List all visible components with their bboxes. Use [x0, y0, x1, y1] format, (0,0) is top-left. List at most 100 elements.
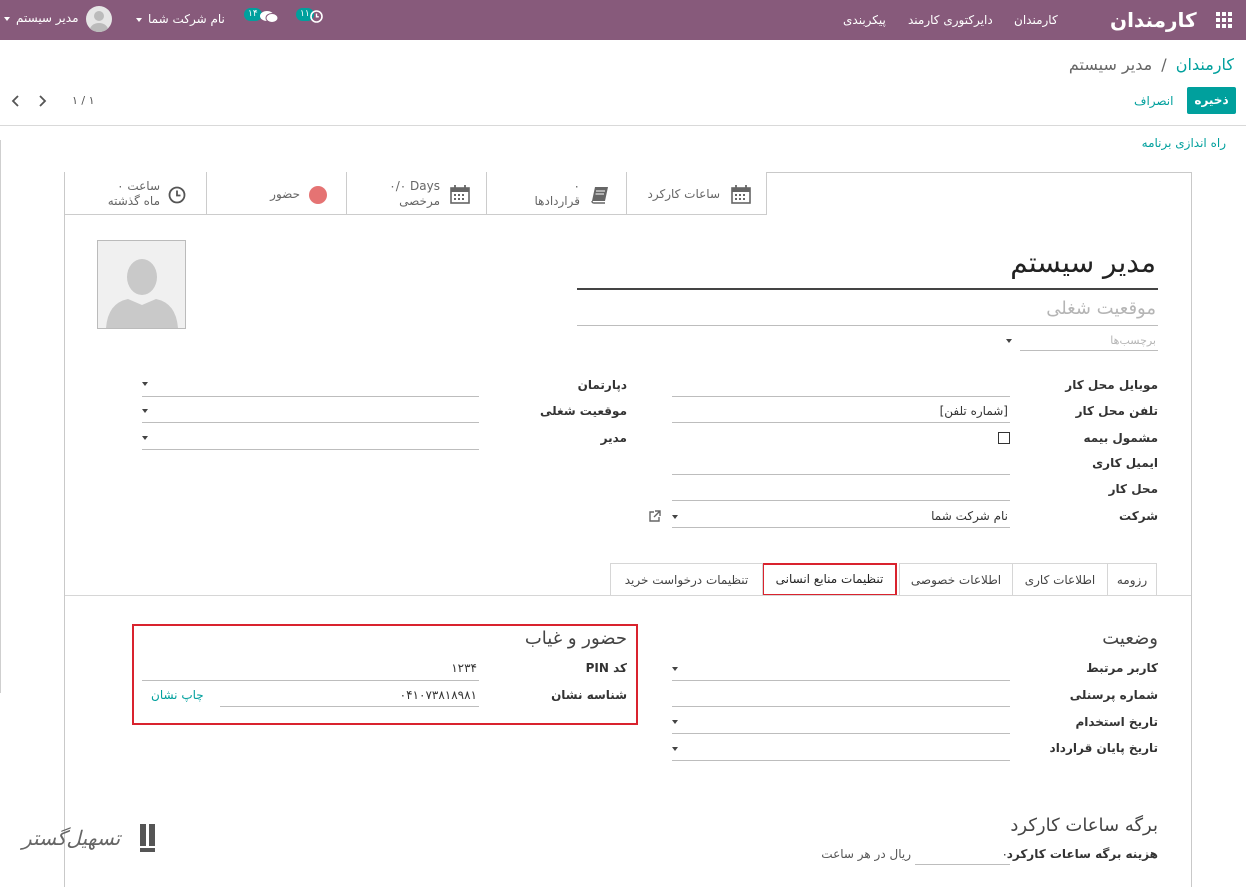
contract-end-date-dropdown-icon[interactable] — [672, 747, 678, 751]
print-badge-link[interactable]: چاپ نشان — [151, 688, 204, 702]
presence-label: حضور — [270, 187, 300, 201]
discard-button[interactable]: انصراف — [1134, 94, 1173, 108]
contracts-button[interactable]: ۰ قراردادها — [486, 172, 627, 215]
tags-input[interactable]: برچسب‌ها — [1110, 334, 1156, 347]
calendar-icon — [731, 185, 751, 207]
timesheet-cost-underline — [915, 864, 1010, 865]
tab-purchase-settings[interactable]: تنظیمات درخواست خرید — [610, 563, 763, 596]
work-email-input[interactable] — [672, 474, 1010, 475]
work-phone-underline — [672, 422, 1010, 423]
work-email-label: ایمیل کاری — [1092, 456, 1158, 470]
hire-date-label: تاریخ استخدام — [1075, 715, 1158, 729]
time-off-value: ۰/۰ Days — [389, 179, 440, 193]
pager-value[interactable]: ۱ / ۱ — [72, 94, 95, 107]
time-off-button[interactable]: ۰/۰ Days مرخصی — [346, 172, 487, 215]
badge-id-label: شناسه نشان — [551, 688, 627, 702]
department-dropdown-icon[interactable] — [142, 382, 148, 386]
tab-private-information[interactable]: اطلاعات خصوصی — [899, 563, 1013, 596]
tags-dropdown-icon[interactable] — [1006, 339, 1012, 343]
left-gutter-line — [0, 140, 1, 693]
work-phone-label: تلفن محل کار — [1075, 404, 1158, 418]
timesheet-cost-unit: ریال در هر ساعت — [821, 847, 911, 861]
personnel-number-input[interactable] — [672, 706, 1010, 707]
work-mobile-input[interactable] — [672, 396, 1010, 397]
related-user-input[interactable] — [672, 680, 1010, 681]
user-name: مدیر سیستم — [16, 11, 79, 25]
personnel-number-label: شماره پرسنلی — [1069, 688, 1158, 702]
menu-item-configuration[interactable]: پیکربندی — [843, 0, 886, 40]
department-input[interactable] — [142, 396, 479, 397]
menu-item-directory[interactable]: دایرکتوری کارمند — [908, 0, 993, 40]
work-hours-label: ساعات کارکرد — [647, 187, 720, 201]
pager-next-icon[interactable] — [36, 94, 48, 108]
employee-photo[interactable] — [97, 240, 186, 329]
tabs-baseline — [65, 595, 1191, 596]
company-dropdown-icon[interactable] — [672, 515, 678, 519]
clock-icon — [168, 186, 186, 207]
save-button[interactable]: ذخیره — [1187, 87, 1236, 114]
company-switcher[interactable]: نام شرکت شما — [136, 0, 226, 40]
pin-code-label: کد PIN — [585, 661, 627, 675]
pager-previous-icon[interactable] — [10, 94, 22, 108]
insurance-label: مشمول بیمه — [1083, 431, 1158, 445]
activity-menu[interactable]: ۱۱ — [296, 8, 326, 28]
time-off-label: مرخصی — [399, 194, 440, 208]
book-icon — [590, 185, 610, 207]
breadcrumb-parent[interactable]: کارمندان — [1176, 55, 1234, 74]
user-menu[interactable]: مدیر سیستم — [4, 6, 112, 32]
company-name: نام شرکت شما — [148, 12, 225, 26]
timesheet-cost-value[interactable]: ۰ — [1002, 847, 1008, 861]
timesheet-cost-label: هزینه برگه ساعات کارکرد — [1006, 847, 1158, 861]
timesheet-section-title: برگه ساعات کارکرد — [1010, 815, 1158, 836]
job-position-label: موقعیت شغلی — [540, 404, 627, 418]
watermark-text: تسهیل‌گستر — [22, 826, 121, 850]
company-underline — [672, 527, 1010, 528]
tab-work-information[interactable]: اطلاعات کاری — [1012, 563, 1108, 596]
job-position-input[interactable] — [142, 422, 479, 423]
related-user-label: کاربر مرتبط — [1086, 661, 1158, 675]
manager-dropdown-icon[interactable] — [142, 436, 148, 440]
calendar-icon — [450, 185, 470, 207]
last-month-hours-button[interactable]: ۰ ساعت ماه گذشته — [65, 172, 207, 215]
onboarding-link[interactable]: راه اندازی برنامه — [1142, 136, 1226, 150]
badge-id-value[interactable]: ۰۴۱۰۷۳۸۱۸۹۸۱ — [400, 688, 477, 702]
manager-input[interactable] — [142, 449, 479, 450]
job-position-dropdown-icon[interactable] — [142, 409, 148, 413]
messaging-menu[interactable]: ۱۴ — [244, 8, 279, 28]
work-phone-value[interactable]: [شماره تلفن] — [940, 404, 1008, 418]
job-title-underline — [577, 325, 1158, 326]
control-panel-divider — [0, 125, 1246, 126]
employee-name[interactable]: مدیر سیستم — [1010, 246, 1156, 279]
apps-menu-icon[interactable] — [1216, 12, 1232, 28]
attendance-section-title: حضور و غیاب — [524, 628, 627, 649]
last-month-label: ماه گذشته — [107, 194, 160, 208]
insurance-checkbox[interactable] — [998, 432, 1010, 444]
work-location-input[interactable] — [672, 500, 1010, 501]
hire-date-input[interactable] — [672, 733, 1010, 734]
app-title[interactable]: کارمندان — [1110, 0, 1197, 40]
contracts-label: قراردادها — [534, 194, 581, 208]
menu-item-employees[interactable]: کارمندان — [1014, 0, 1058, 40]
employee-name-underline — [577, 288, 1158, 290]
watermark-logo: تسهیل‌گستر — [22, 818, 167, 862]
chat-icon — [260, 10, 279, 27]
department-label: دپارتمان — [577, 378, 627, 392]
last-month-value: ۰ ساعت — [117, 179, 160, 193]
work-mobile-label: موبایل محل کار — [1065, 378, 1158, 392]
presence-status-dot — [309, 186, 327, 204]
pin-code-value[interactable]: ۱۲۳۴ — [451, 661, 477, 675]
contract-end-date-input[interactable] — [672, 760, 1010, 761]
breadcrumb: کارمندان / مدیر سیستم — [1069, 55, 1234, 74]
tab-hr-settings[interactable]: تنظیمات منابع انسانی — [762, 563, 897, 596]
external-link-icon[interactable] — [648, 510, 661, 523]
company-value[interactable]: نام شرکت شما — [931, 509, 1008, 523]
tab-resume[interactable]: رزومه — [1107, 563, 1157, 596]
presence-button[interactable]: حضور — [206, 172, 347, 215]
breadcrumb-separator: / — [1161, 55, 1167, 74]
hire-date-dropdown-icon[interactable] — [672, 720, 678, 724]
tags-underline — [1020, 350, 1158, 351]
contracts-count: ۰ — [573, 179, 580, 193]
related-user-dropdown-icon[interactable] — [672, 667, 678, 671]
work-hours-button[interactable]: ساعات کارکرد — [626, 172, 767, 215]
job-title-input[interactable]: موقعیت شغلی — [1046, 298, 1156, 319]
